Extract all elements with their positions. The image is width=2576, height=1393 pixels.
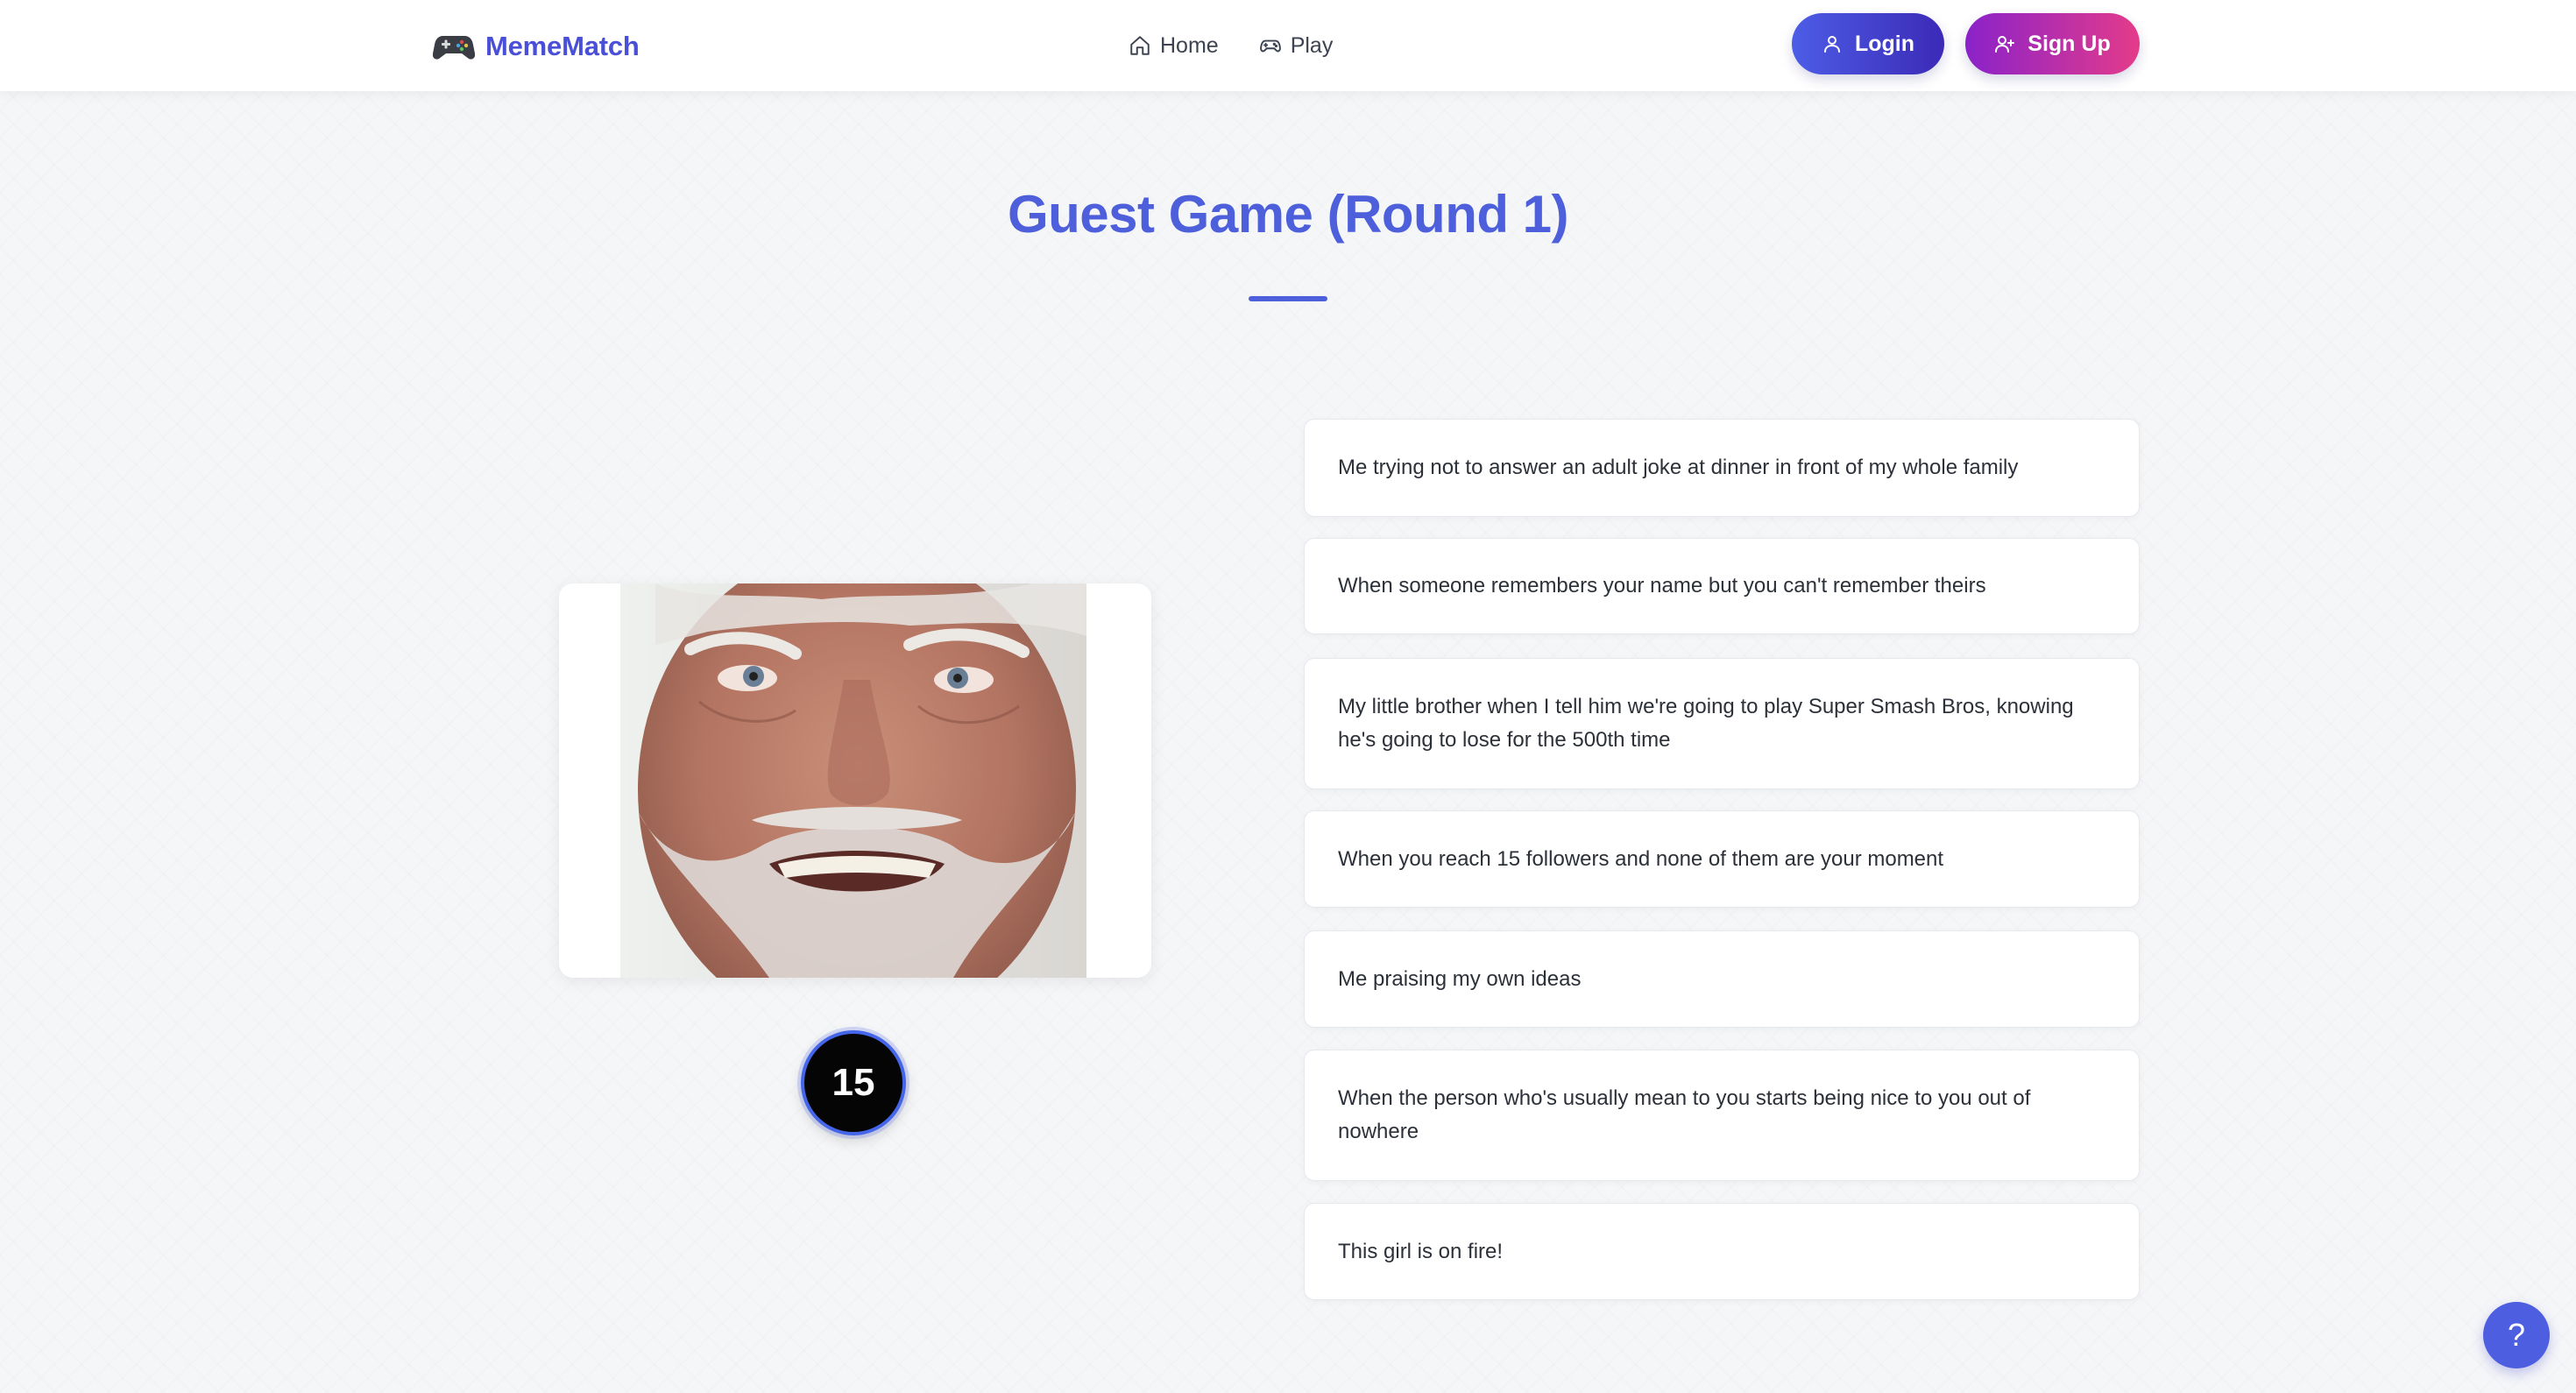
caption-option[interactable]: When you reach 15 followers and none of … bbox=[1304, 810, 2140, 908]
nav-play[interactable]: Play bbox=[1259, 32, 1334, 59]
home-icon bbox=[1130, 36, 1150, 55]
main-nav: Home Play bbox=[1129, 26, 1333, 65]
help-button[interactable]: ? bbox=[2483, 1302, 2550, 1368]
caption-option[interactable]: Me trying not to answer an adult joke at… bbox=[1304, 419, 2140, 517]
signup-label: Sign Up bbox=[2028, 31, 2111, 56]
countdown-timer: 15 bbox=[801, 1030, 906, 1135]
nav-play-label: Play bbox=[1290, 32, 1334, 58]
gamepad-icon bbox=[433, 36, 475, 60]
nav-home[interactable]: Home bbox=[1129, 33, 1219, 59]
brand-logo[interactable]: MemeMatch bbox=[433, 23, 640, 70]
brand-name: MemeMatch bbox=[485, 31, 640, 61]
meme-card bbox=[559, 583, 1151, 978]
caption-option[interactable]: Me praising my own ideas bbox=[1304, 930, 2140, 1028]
caption-option[interactable]: This girl is on fire! bbox=[1304, 1203, 2140, 1300]
navbar: MemeMatch Home Play Login Sign Up bbox=[0, 0, 2576, 91]
meme-image bbox=[620, 583, 1086, 978]
caption-option[interactable]: My little brother when I tell him we're … bbox=[1304, 658, 2140, 789]
user-plus-icon bbox=[1995, 36, 2015, 53]
login-button[interactable]: Login bbox=[1792, 13, 1944, 74]
nav-home-label: Home bbox=[1160, 32, 1219, 58]
signup-button[interactable]: Sign Up bbox=[1965, 13, 2140, 74]
caption-option[interactable]: When the person who's usually mean to yo… bbox=[1304, 1050, 2140, 1181]
gamepad-icon bbox=[1259, 39, 1281, 53]
login-label: Login bbox=[1854, 31, 1915, 56]
page-title: Guest Game (Round 1) bbox=[1007, 185, 1569, 244]
user-icon bbox=[1823, 36, 1840, 53]
caption-option[interactable]: When someone remembers your name but you… bbox=[1304, 538, 2140, 634]
title-underline bbox=[1249, 296, 1327, 301]
